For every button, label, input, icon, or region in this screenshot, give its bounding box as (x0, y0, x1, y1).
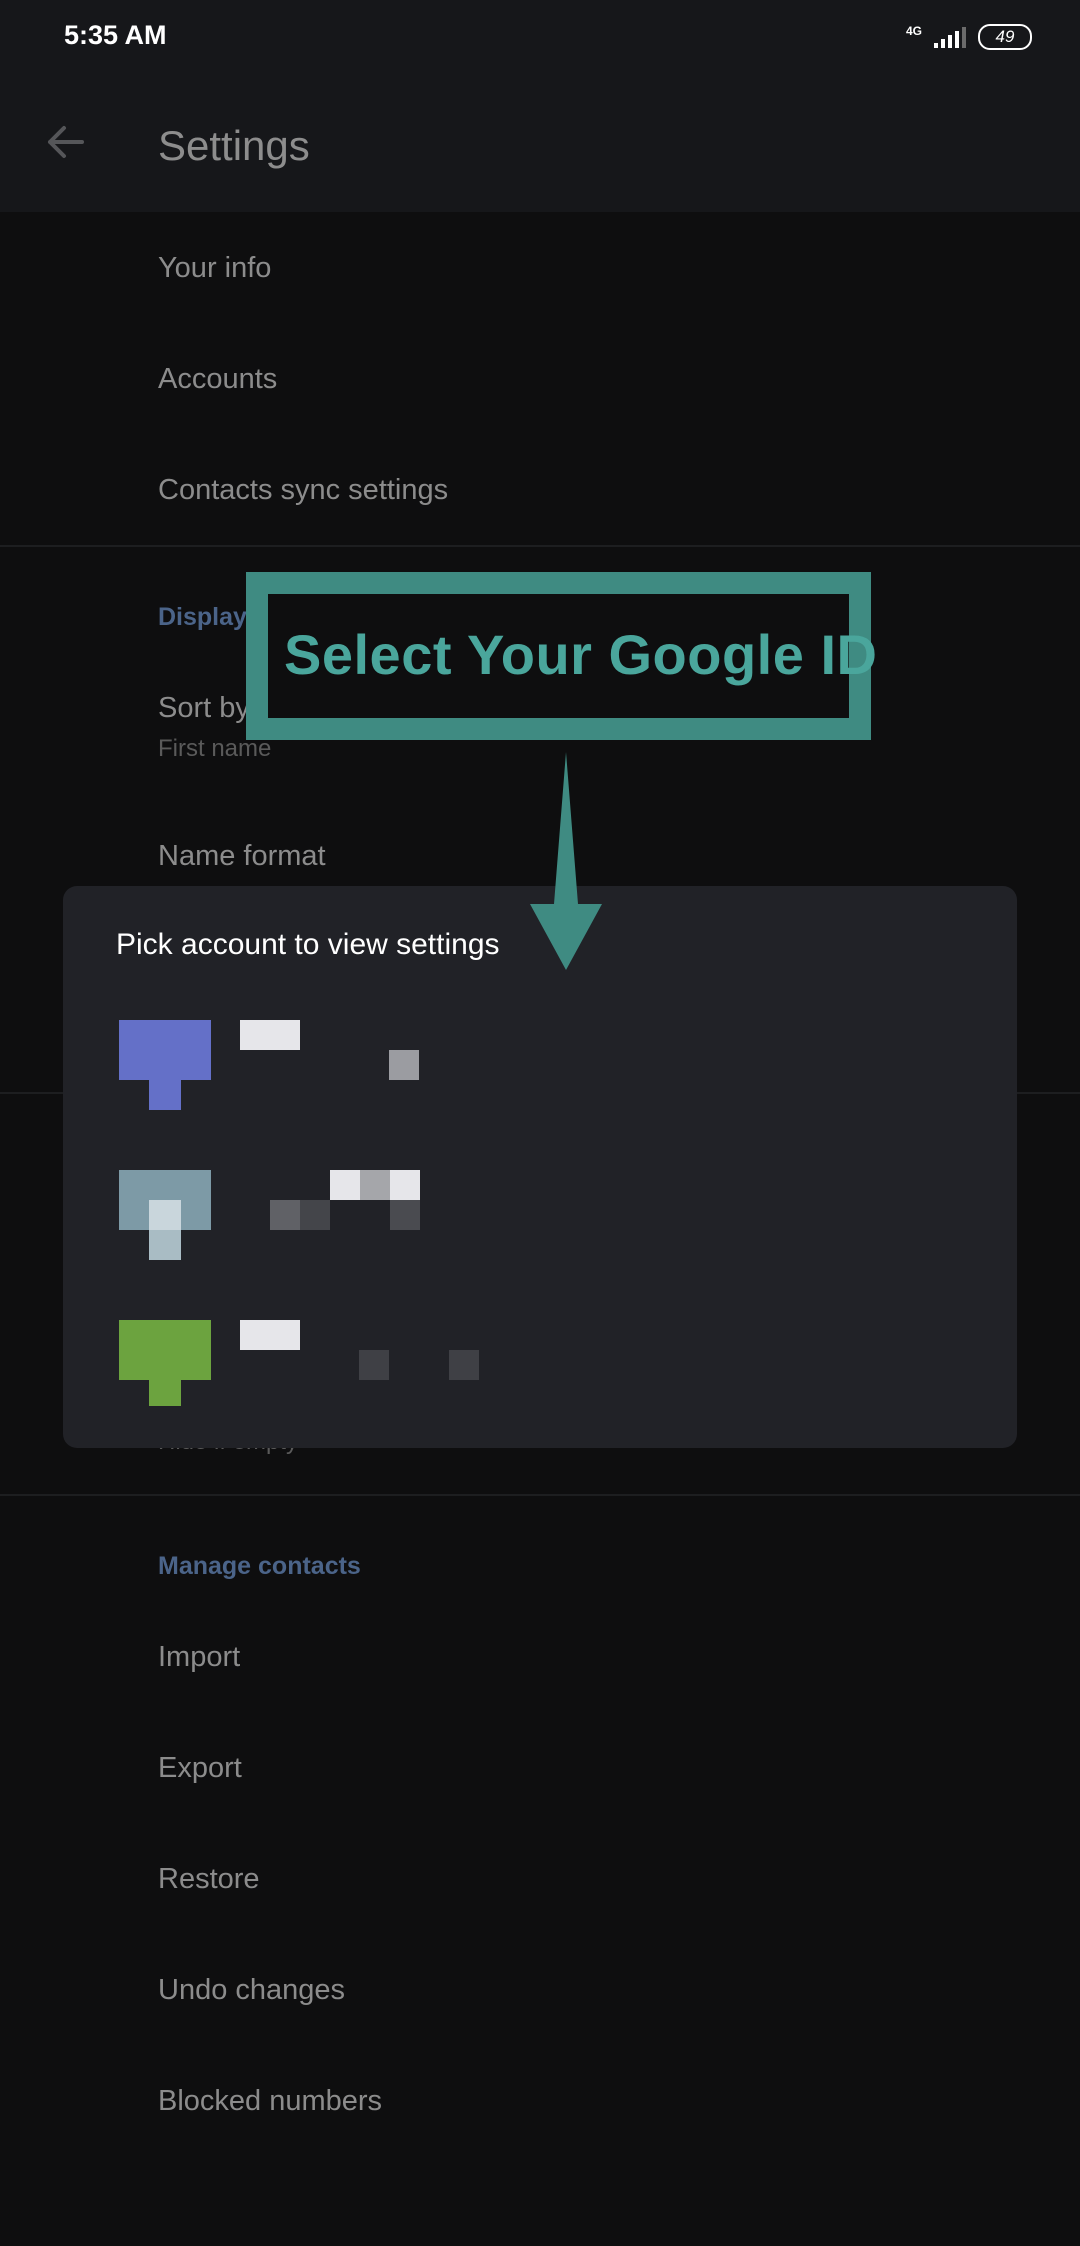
annotation-callout-text: Select Your Google ID (284, 623, 878, 686)
account-email-redacted (300, 1200, 330, 1230)
settings-item-import[interactable]: Import (158, 1641, 240, 1674)
account-name-redacted (390, 1170, 420, 1200)
settings-item-blocked-numbers[interactable]: Blocked numbers (158, 2085, 382, 2118)
divider (0, 545, 1080, 547)
account-email-redacted (359, 1350, 389, 1380)
battery-icon: 49 (978, 24, 1032, 50)
account-name-redacted (330, 1170, 360, 1200)
arrow-back-icon[interactable] (38, 116, 90, 168)
avatar (119, 1020, 211, 1110)
annotation-arrow-down-icon (530, 752, 602, 970)
battery-level: 49 (995, 27, 1015, 46)
settings-item-restore[interactable]: Restore (158, 1863, 260, 1896)
dialog-title: Pick account to view settings (116, 928, 500, 961)
settings-item-contacts-sync[interactable]: Contacts sync settings (158, 474, 448, 507)
status-icons: 4G 49 (906, 22, 1032, 52)
settings-item-accounts[interactable]: Accounts (158, 363, 277, 396)
page-title: Settings (158, 122, 310, 169)
avatar-detail (149, 1200, 181, 1230)
avatar-head (119, 1320, 211, 1380)
settings-item-name-format[interactable]: Name format (158, 840, 326, 873)
account-name-redacted (360, 1170, 390, 1200)
status-time: 5:35 AM (64, 20, 167, 50)
signal-strength-icon (934, 26, 966, 48)
divider (0, 1494, 1080, 1496)
settings-item-your-info[interactable]: Your info (158, 252, 271, 285)
avatar (119, 1170, 211, 1260)
avatar-head (119, 1020, 211, 1080)
settings-item-export[interactable]: Export (158, 1752, 242, 1785)
app-bar: Settings (0, 76, 1080, 212)
section-header-manage-contacts: Manage contacts (158, 1552, 361, 1580)
avatar-stem (149, 1230, 181, 1260)
account-name-redacted (240, 1020, 300, 1050)
section-header-display: Display (158, 603, 247, 631)
network-type-label: 4G (905, 24, 922, 38)
avatar (119, 1320, 211, 1406)
account-email-redacted (270, 1200, 300, 1230)
status-bar: 5:35 AM 4G 49 (0, 0, 1080, 76)
settings-item-undo-changes[interactable]: Undo changes (158, 1974, 345, 2007)
account-name-redacted (240, 1320, 300, 1350)
account-email-redacted (389, 1050, 419, 1080)
avatar-stem (149, 1080, 181, 1110)
settings-item-sort-by[interactable]: Sort by (158, 692, 250, 725)
avatar-stem (149, 1380, 181, 1406)
account-email-redacted (449, 1350, 479, 1380)
account-email-redacted (390, 1200, 420, 1230)
